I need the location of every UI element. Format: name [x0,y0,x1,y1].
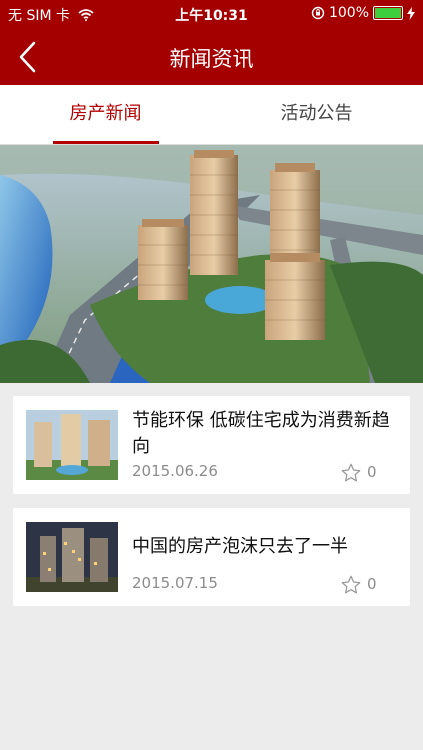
news-date: 2015.07.15 [132,574,218,592]
news-item[interactable]: 节能环保 低碳住宅成为消费新趋向 2015.06.26 0 [13,396,410,494]
star-icon[interactable] [340,462,362,484]
news-thumbnail-image [26,410,118,480]
news-date: 2015.06.26 [132,462,218,480]
news-title: 中国的房产泡沫只去了一半 [132,536,348,557]
star-icon[interactable] [340,574,362,596]
tab-active-indicator [53,141,159,144]
nav-bar: 新闻资讯 [0,28,423,85]
page-title: 新闻资讯 [169,47,254,71]
news-title: 节能环保 低碳住宅成为消费新趋向 [132,410,390,457]
orientation-lock-icon [311,6,325,20]
tab-bar: 房产新闻 活动公告 [0,85,423,145]
favorite-count: 0 [367,463,377,481]
tab-event-announcements[interactable]: 活动公告 [211,85,422,144]
status-right: 100% [311,5,415,21]
news-thumbnail-image [26,522,118,592]
charging-icon [407,6,415,20]
hero-banner-image[interactable] [0,145,423,383]
favorite-count: 0 [367,575,377,593]
status-bar: 无 SIM 卡 上午10:31 100% [0,0,423,28]
battery-icon [373,6,403,20]
tab-property-news[interactable]: 房产新闻 [0,85,211,144]
battery-percent: 100% [328,5,369,21]
news-item[interactable]: 中国的房产泡沫只去了一半 2015.07.15 0 [13,508,410,606]
